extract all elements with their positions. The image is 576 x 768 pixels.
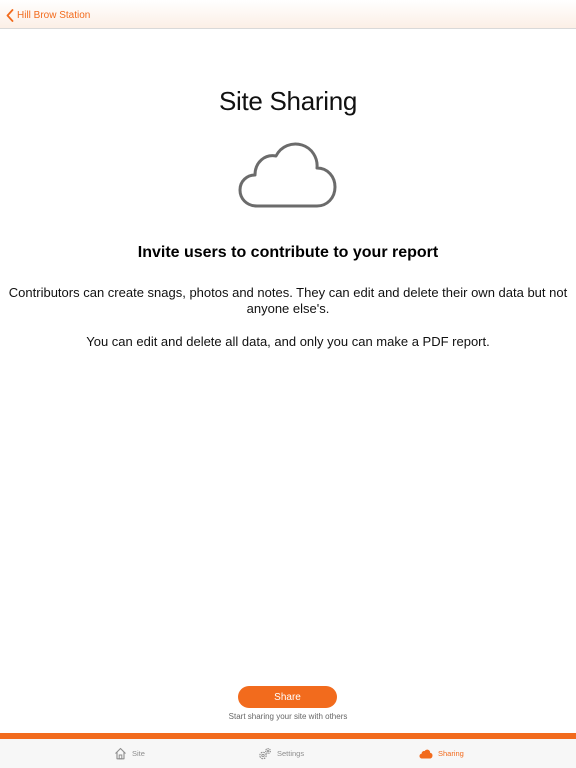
tab-settings[interactable]: Settings — [258, 739, 304, 768]
navigation-bar: Hill Brow Station — [0, 0, 576, 29]
tab-settings-label: Settings — [277, 749, 305, 758]
tab-sharing[interactable]: Sharing — [419, 739, 464, 768]
tab-sharing-label: Sharing — [438, 749, 464, 758]
house-icon — [115, 747, 126, 760]
contributors-description: Contributors can create snags, photos an… — [8, 285, 568, 316]
tab-bar: Site Settings Sharing — [0, 739, 576, 768]
chevron-left-icon — [6, 8, 14, 22]
tab-site-label: Site — [132, 749, 145, 758]
share-button[interactable]: Share — [238, 686, 337, 708]
invite-headline: Invite users to contribute to your repor… — [137, 244, 439, 261]
share-hint: Start sharing your site with others — [228, 712, 348, 721]
back-button-label: Hill Brow Station — [17, 9, 91, 21]
cloud-icon — [419, 749, 433, 758]
back-button[interactable]: Hill Brow Station — [6, 6, 90, 24]
cloud-icon — [238, 142, 337, 208]
owner-description: You can edit and delete all data, and on… — [86, 334, 490, 349]
page-title: Site Sharing — [218, 86, 358, 116]
tab-site[interactable]: Site — [114, 739, 145, 768]
gears-icon — [259, 747, 271, 759]
